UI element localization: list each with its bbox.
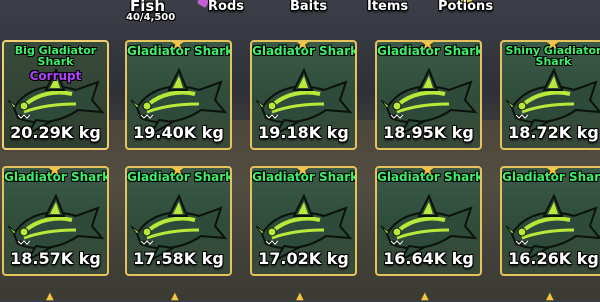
fish-weight: 19.18K kg [258,123,349,142]
favorite-star-icon: ★ [420,40,435,53]
fish-weight: 18.72K kg [508,123,599,142]
fish-name: Big Gladiator Shark [14,44,97,68]
favorite-star-icon: ★ [545,40,560,53]
fish-card[interactable]: ★ Gladiator Shark 17.02K kg [250,166,357,276]
fish-card[interactable]: ★ Gladiator Shark 18.57K kg [2,166,109,276]
tab-items[interactable]: Items [367,0,408,14]
favorite-star-icon: ▲ [171,291,179,302]
fish-weight: 16.26K kg [508,249,599,268]
fish-weight: 16.64K kg [383,249,474,268]
fish-weight: 17.02K kg [258,249,349,268]
tab-rods[interactable]: Rods [208,0,244,14]
fish-weight: 18.95K kg [383,123,474,142]
favorite-star-icon: ★ [47,166,62,179]
fish-card[interactable]: ★ Gladiator Shark 17.58K kg [125,166,232,276]
favorite-star-icon: ▲ [46,291,54,302]
fish-card[interactable]: ★ Gladiator Shark 19.40K kg [125,40,232,150]
favorite-star-icon: ★ [170,40,185,53]
favorite-star-icon: ★ [295,40,310,53]
tab-potions[interactable]: Potions [438,0,493,14]
favorite-star-icon: ▲ [421,291,429,302]
favorite-star-icon: ▲ [546,291,554,302]
favorite-star-icon: ★ [295,166,310,179]
fish-weight: 18.57K kg [10,249,101,268]
favorite-star-icon: ★ [545,166,560,179]
fish-card[interactable]: ★ Gladiator Shark 16.26K kg [500,166,600,276]
fish-card[interactable]: Big Gladiator Shark Corrupt 20.29K kg [2,40,109,150]
inventory-tab-bar: Fish 40/4,500 Rods Baits Items Potions [0,0,600,28]
fish-card[interactable]: ★ Shiny Gladiator Shark 18.72K kg [500,40,600,150]
fish-card[interactable]: ★ Gladiator Shark 19.18K kg [250,40,357,150]
favorite-star-icon: ★ [170,166,185,179]
fish-weight: 19.40K kg [133,123,224,142]
favorite-star-icon: ★ [420,166,435,179]
fish-mutation: Corrupt [29,69,82,83]
tab-baits[interactable]: Baits [290,0,327,14]
fish-weight: 17.58K kg [133,249,224,268]
fish-count: 40/4,500 [126,12,176,23]
fish-card[interactable]: ★ Gladiator Shark 16.64K kg [375,166,482,276]
fish-weight: 20.29K kg [10,123,101,142]
fish-card[interactable]: ★ Gladiator Shark 18.95K kg [375,40,482,150]
favorite-star-icon: ▲ [296,291,304,302]
